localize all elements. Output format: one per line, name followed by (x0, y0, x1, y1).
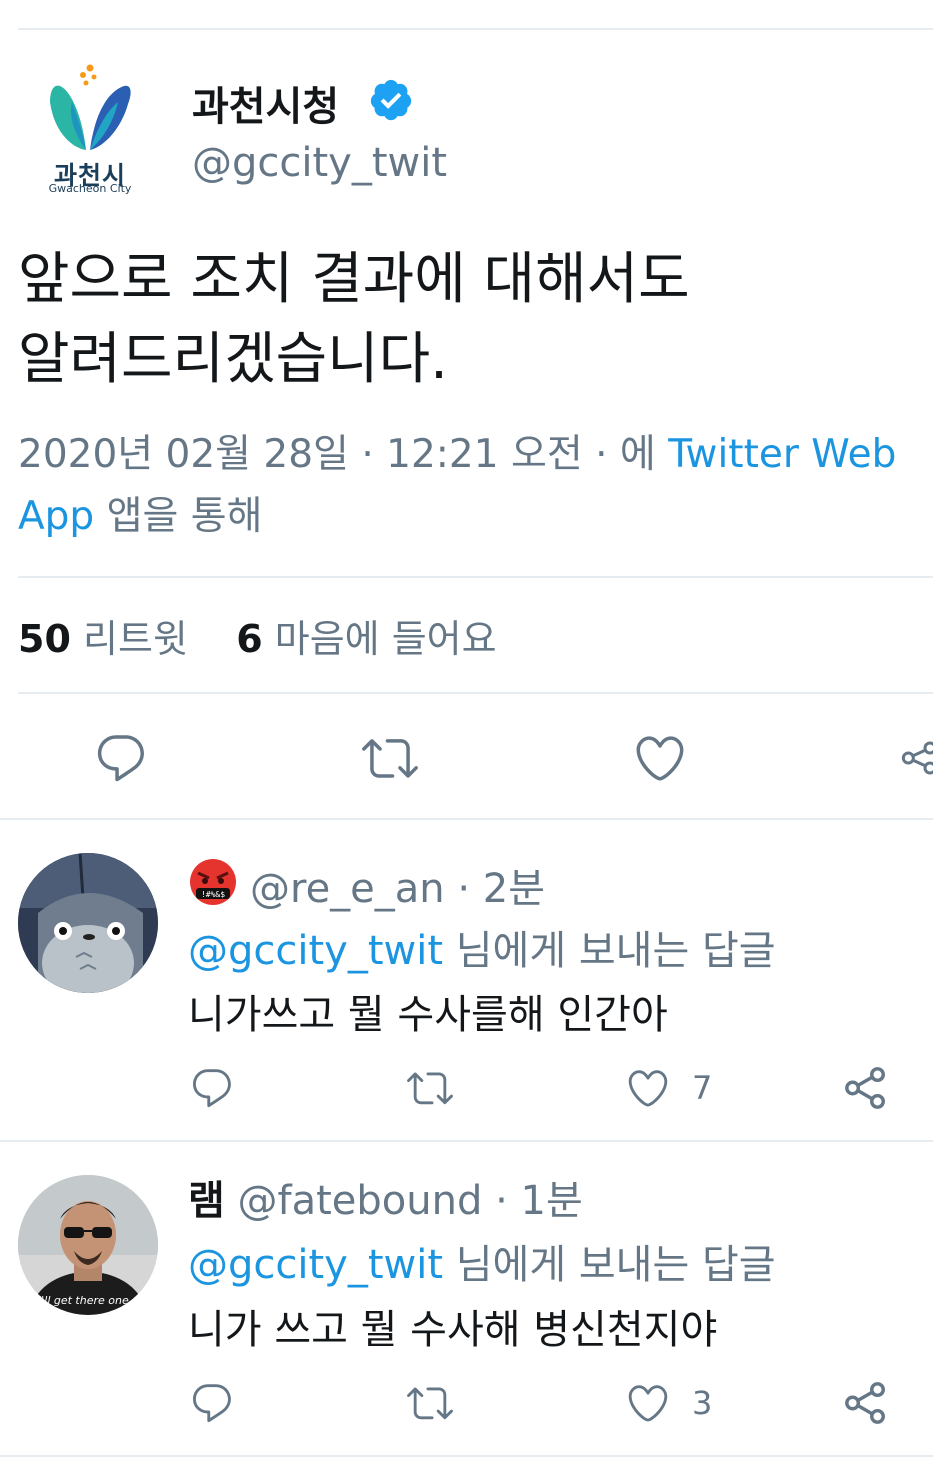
reply-2-retweet-icon[interactable] (407, 1380, 453, 1426)
divider (0, 818, 933, 820)
reply-avatar-1[interactable] (18, 853, 158, 993)
reply-2-like-icon[interactable] (625, 1380, 671, 1426)
reply-1-like-icon[interactable] (625, 1065, 671, 1111)
gwacheon-city-logo[interactable]: 과천시 Gwacheon City (28, 62, 152, 202)
totoro-avatar-image (18, 853, 158, 993)
reply-1-share-icon[interactable] (843, 1065, 889, 1111)
reply-2-replying-to: @gccity_twit 님에게 보내는 답글 (188, 1232, 776, 1290)
reply-2-handle[interactable]: @fatebound (238, 1178, 483, 1224)
meta-suffix: 앱을 통해 (94, 494, 263, 539)
reply-2-replying-to-label: 님에게 보내는 답글 (443, 1242, 776, 1288)
logo-text-english: Gwacheon City (48, 182, 132, 195)
reply-avatar-2[interactable]: I'll get there one d (18, 1175, 158, 1315)
author-handle[interactable]: @gccity_twit (192, 140, 447, 186)
retweet-icon[interactable] (362, 730, 418, 786)
reply-1-replying-to: @gccity_twit 님에게 보내는 답글 (188, 918, 776, 976)
tweet-time: 12:21 오전 (386, 432, 583, 477)
reply-2-time: · 1분 (482, 1178, 583, 1224)
reply-2-share-icon[interactable] (843, 1380, 889, 1426)
tweet-text: 앞으로 조치 결과에 대해서도 알려드리겠습니다. (18, 240, 918, 400)
likes-stat[interactable]: 6 마음에 들어요 (236, 617, 496, 661)
like-icon[interactable] (632, 730, 688, 786)
author-name[interactable]: 과천시청 (192, 74, 339, 132)
reply-2-replying-to-handle[interactable]: @gccity_twit (188, 1242, 443, 1288)
reply-2-text: 니가 쓰고 뭘 수사해 병신천지야 (188, 1307, 718, 1353)
reply-1-retweet-icon[interactable] (407, 1065, 453, 1111)
reply-1-like-count: 7 (692, 1069, 713, 1107)
top-divider (18, 28, 933, 30)
tweet-date: 2020년 02월 28일 (18, 432, 349, 477)
tweet-text-line-1: 앞으로 조치 결과에 대해서도 (18, 247, 690, 312)
butterfly-logo-icon (50, 64, 131, 150)
bottom-divider (0, 1455, 933, 1457)
divider (18, 692, 933, 694)
avatar-caption: I'll get there one d (38, 1294, 140, 1307)
cursing-face-emoji-icon: !#%&$ (190, 859, 236, 905)
meta-separator: · (348, 432, 387, 477)
svg-text:!#%&$: !#%&$ (201, 890, 225, 899)
share-icon[interactable] (900, 730, 933, 786)
verified-badge-icon (370, 79, 412, 121)
reply-1-replying-to-label: 님에게 보내는 답글 (443, 928, 776, 974)
divider (18, 576, 933, 578)
reply-1-handle[interactable]: @re_e_an (250, 866, 445, 912)
reply-1-replying-to-handle[interactable]: @gccity_twit (188, 928, 443, 974)
reply-2-reply-icon[interactable] (189, 1380, 235, 1426)
tweet-metadata: 2020년 02월 28일 · 12:21 오전 · 에 Twitter Web… (18, 424, 933, 548)
reply-1-reply-icon[interactable] (189, 1065, 235, 1111)
reply-2-header: 램 @fatebound · 1분 (188, 1168, 583, 1226)
reply-1-time: · 2분 (444, 866, 546, 912)
divider (0, 1140, 933, 1142)
likes-label: 마음에 들어요 (274, 617, 497, 661)
tweet-text-line-2: 알려드리겠습니다. (18, 327, 448, 392)
reply-icon[interactable] (93, 730, 149, 786)
reply-2-like-count: 3 (692, 1384, 713, 1422)
reply-2-name[interactable]: 램 (188, 1178, 225, 1224)
tweet-stats: 50 리트윗 6 마음에 들어요 (18, 608, 497, 663)
meta-separator-via: · 에 (582, 432, 669, 477)
retweets-count: 50 (18, 617, 71, 661)
reply-1-header: @re_e_an · 2분 (250, 856, 545, 914)
reply-1-text: 니가쓰고 뭘 수사를해 인간아 (188, 992, 668, 1038)
retweets-label: 리트윗 (82, 617, 188, 661)
retweets-stat[interactable]: 50 리트윗 (18, 617, 188, 661)
likes-count: 6 (236, 617, 263, 661)
